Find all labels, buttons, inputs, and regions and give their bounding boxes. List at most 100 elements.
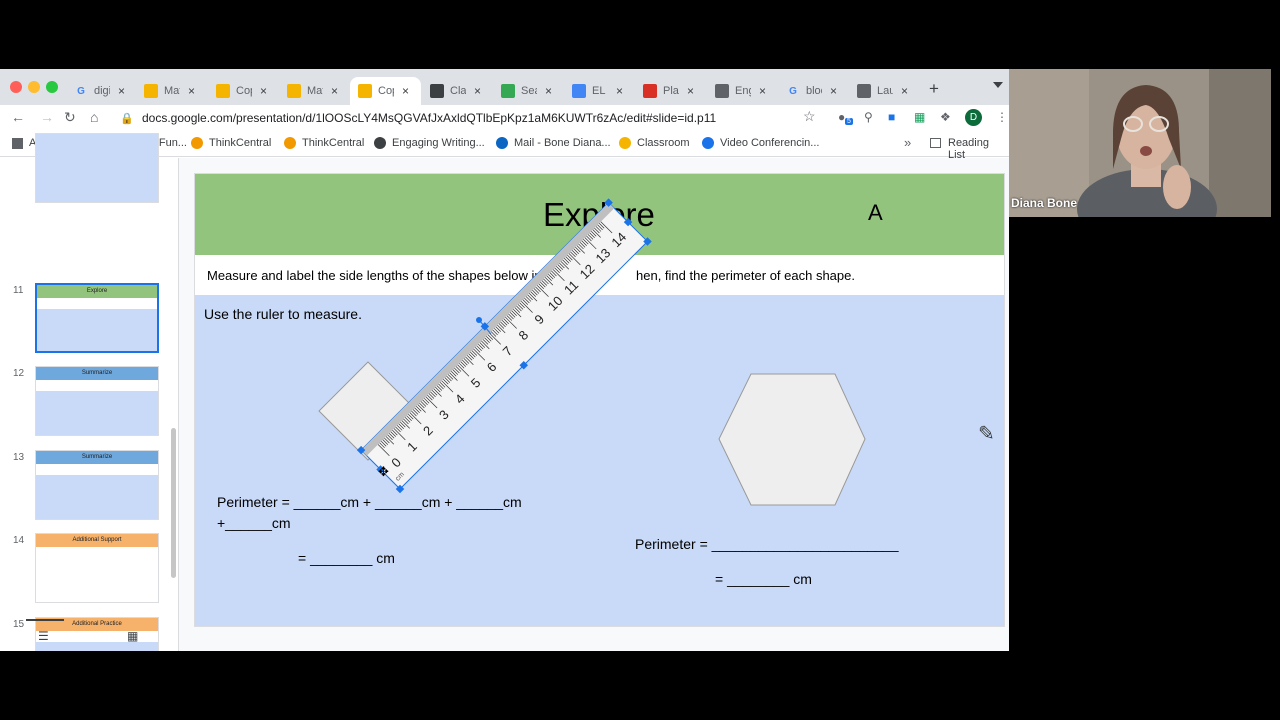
tab-6[interactable]: Clas × — [422, 77, 493, 105]
extension-badge: 5 — [845, 118, 853, 125]
slide-thumbnail-11[interactable]: Explore — [35, 283, 159, 353]
new-tab-button[interactable]: + — [929, 79, 939, 99]
ruler[interactable]: 01234567891011121314cm — [356, 198, 652, 494]
sheets-extension-icon[interactable]: ▦ — [914, 110, 925, 124]
tab-favicon-icon — [144, 84, 158, 98]
tab-1[interactable]: Gdigi × — [66, 77, 137, 105]
tab-close-icon[interactable]: × — [901, 84, 908, 98]
slide-thumbnail-12[interactable]: Summarize — [35, 366, 159, 436]
slide-thumbnail-15[interactable]: Additional Practice — [35, 617, 159, 651]
address-bar[interactable]: 🔒 docs.google.com/presentation/d/1lOOScL… — [120, 107, 830, 129]
bookmark-7[interactable]: Classroom — [619, 137, 690, 149]
bookmark-icon — [12, 137, 23, 149]
tab-9[interactable]: Plan × — [635, 77, 706, 105]
bookmark-6[interactable]: Mail - Bone Diana... — [496, 137, 611, 149]
slide-number: 12 — [13, 368, 25, 379]
bookmark-icon — [619, 137, 631, 149]
slide-thumbnail-10[interactable] — [35, 133, 159, 203]
bookmark-3[interactable]: ThinkCentral — [191, 137, 271, 149]
tab-bar: Gdigi×Mat×Cop×Mat×Cop×Clas×Sea×EL V×Plan… — [0, 69, 1009, 105]
profile-avatar[interactable]: D — [965, 109, 982, 126]
url-text: docs.google.com/presentation/d/1lOOScLY4… — [142, 111, 717, 125]
tab-favicon-icon — [501, 84, 515, 98]
forward-icon[interactable]: → — [40, 109, 54, 125]
bookmark-star-icon[interactable]: ☆ — [803, 108, 816, 125]
search-extension-icon[interactable]: ⚲ — [864, 110, 873, 124]
slide-thumbnail-body — [36, 558, 158, 602]
tab-close-icon[interactable]: × — [188, 84, 195, 98]
bookmarks-overflow-button[interactable]: » — [904, 135, 911, 150]
perimeter-right-result[interactable]: = ________ cm — [715, 571, 812, 587]
home-icon[interactable]: ⌂ — [90, 109, 98, 125]
grid-view-icon[interactable]: ▦ — [127, 629, 138, 643]
tab-favicon-icon: G — [77, 85, 85, 97]
tab-close-icon[interactable]: × — [830, 84, 837, 98]
tab-close-icon[interactable]: × — [545, 84, 552, 98]
tab-4[interactable]: Mat × — [279, 77, 350, 105]
slide-thumbnail-body — [36, 642, 158, 651]
bookmark-label: Engaging Writing... — [392, 137, 485, 149]
presenter-image — [1009, 69, 1271, 217]
tab-favicon-icon — [216, 84, 230, 98]
tab-8[interactable]: EL V × — [564, 77, 635, 105]
tab-close-icon[interactable]: × — [616, 84, 623, 98]
tab-5[interactable]: Cop × — [350, 77, 421, 105]
tab-favicon-icon — [572, 84, 586, 98]
perimeter-left-line1[interactable]: Perimeter = ______cm + ______cm + ______… — [217, 494, 522, 510]
tab-favicon-icon — [358, 84, 372, 98]
tab-favicon-icon — [857, 84, 871, 98]
slide-number: 11 — [13, 285, 24, 296]
tab-title: Lau — [877, 85, 893, 97]
tab-7[interactable]: Sea × — [493, 77, 564, 105]
maximize-window-button[interactable] — [46, 81, 58, 93]
slide-thumbnail-14[interactable]: Additional Support — [35, 533, 159, 603]
tab-close-icon[interactable]: × — [759, 84, 766, 98]
slide-thumbnail-13[interactable]: Summarize — [35, 450, 159, 520]
minimize-window-button[interactable] — [28, 81, 40, 93]
slide-thumbnail-body — [36, 391, 158, 435]
perimeter-right-line1[interactable]: Perimeter = ________________________ — [635, 536, 899, 552]
slides-editor: 11 Explore 12 Summarize 13 Summarize 14 Additio… — [0, 133, 1009, 651]
tab-12[interactable]: Lau × — [849, 77, 920, 105]
tab-close-icon[interactable]: × — [331, 84, 338, 98]
zoom-extension-icon[interactable]: ■ — [888, 110, 895, 124]
close-window-button[interactable] — [10, 81, 22, 93]
slide-thumbnail-body — [37, 309, 157, 351]
bookmark-5[interactable]: Engaging Writing... — [374, 137, 485, 149]
tab-title: Mat — [164, 85, 180, 97]
tab-close-icon[interactable]: × — [260, 84, 267, 98]
tab-search-icon[interactable] — [993, 82, 1003, 88]
tab-10[interactable]: Eng × — [707, 77, 778, 105]
tab-close-icon[interactable]: × — [474, 84, 481, 98]
filmstrip-view-icon[interactable]: ☰ — [38, 629, 49, 643]
bookmark-icon — [284, 137, 296, 149]
bookmark-label: Classroom — [637, 137, 690, 149]
slide-thumbnail-title: Additional Support — [36, 534, 158, 547]
puzzle-extensions-icon[interactable]: ❖ — [940, 110, 951, 124]
tab-3[interactable]: Cop × — [208, 77, 279, 105]
tab-11[interactable]: Gbloc × — [778, 77, 849, 105]
filmstrip-scrollbar[interactable] — [171, 428, 176, 578]
tab-title: Cop — [236, 85, 252, 97]
browser-menu-icon[interactable]: ⋮ — [996, 110, 1008, 124]
tab-title: Mat — [307, 85, 323, 97]
perimeter-left-result[interactable]: = ________ cm — [298, 550, 395, 566]
bookmark-8[interactable]: Video Conferencin... — [702, 137, 819, 149]
tab-close-icon[interactable]: × — [687, 84, 694, 98]
bookmark-label: Video Conferencin... — [720, 137, 820, 149]
perimeter-left-line2[interactable]: +______cm — [217, 515, 291, 531]
bookmark-4[interactable]: ThinkCentral — [284, 137, 364, 149]
tab-close-icon[interactable]: × — [402, 84, 409, 98]
webcam-video — [1009, 69, 1271, 217]
reload-icon[interactable]: ↻ — [64, 109, 76, 126]
back-icon[interactable]: ← — [11, 109, 25, 125]
webcam-name-label: Diana Bone — [1011, 196, 1078, 210]
tab-2[interactable]: Mat × — [136, 77, 207, 105]
slide-canvas[interactable]: Explore A Measure and label the side len… — [194, 173, 1005, 627]
tab-title: Cop — [378, 85, 394, 97]
rotate-handle[interactable] — [476, 317, 482, 323]
tab-close-icon[interactable]: × — [118, 84, 125, 98]
bookmark-label: ThinkCentral — [209, 137, 272, 149]
tab-favicon-icon — [430, 84, 444, 98]
pencil-annotation-icon[interactable]: ✎ — [978, 421, 995, 446]
